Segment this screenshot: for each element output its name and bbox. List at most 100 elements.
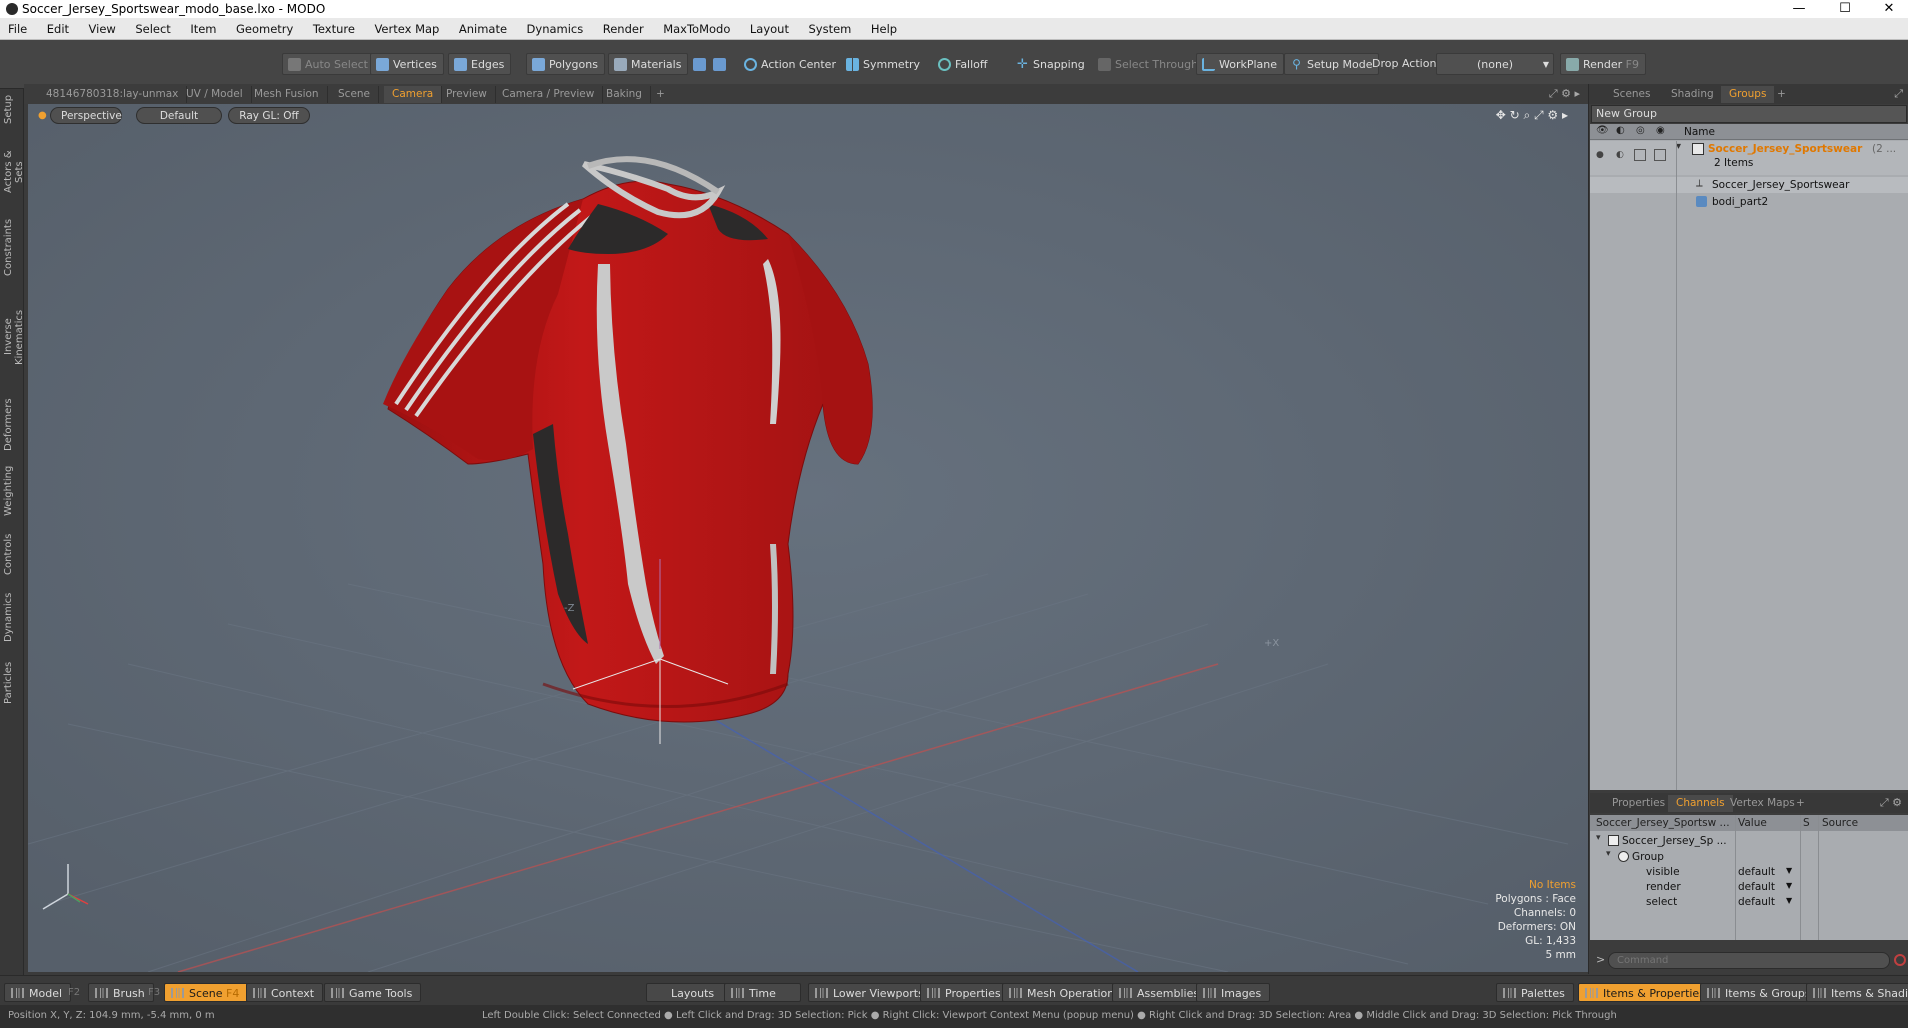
panel-settings-icon[interactable]: ⤢ ⚙	[1880, 796, 1902, 810]
menu-file[interactable]: File	[0, 18, 35, 40]
palettes-button[interactable]: Palettes	[1496, 983, 1574, 1002]
model-layout-button[interactable]: Model	[4, 983, 72, 1002]
menu-texture[interactable]: Texture	[305, 18, 363, 40]
shading-style-select[interactable]: Default	[136, 107, 222, 124]
group-row-root[interactable]: ● ◐ ▾ Soccer_Jersey_Sportswear (2 ... 2 …	[1590, 141, 1908, 175]
channel-row[interactable]: select default ▼	[1590, 894, 1908, 910]
chevron-down-icon[interactable]: ▼	[1786, 866, 1792, 875]
collapse-arrow-icon[interactable]: ▾	[1606, 849, 1611, 859]
materials-button[interactable]: Materials	[608, 53, 689, 75]
menu-vertex-map[interactable]: Vertex Map	[366, 18, 447, 40]
setup-mode-button[interactable]: ⚲ Setup Mode	[1284, 53, 1380, 75]
tab-uv-model[interactable]: UV / Model	[178, 86, 252, 103]
minimize-button[interactable]: —	[1776, 0, 1822, 18]
mesh-operations-button[interactable]: Mesh Operations	[1002, 983, 1129, 1002]
drop-action-select[interactable]: (none) ▼	[1436, 53, 1554, 75]
tab-scene[interactable]: Scene	[330, 86, 380, 103]
edges-button[interactable]: Edges	[448, 53, 512, 75]
add-tab-button[interactable]: +	[648, 86, 673, 103]
new-group-button[interactable]: New Group	[1591, 105, 1907, 123]
action-center-button[interactable]: Action Center	[738, 53, 843, 75]
render-col-icon[interactable]: ◐	[1616, 125, 1625, 136]
game-tools-button[interactable]: Game Tools	[324, 983, 422, 1002]
visibility-toggle[interactable]: ●	[1596, 150, 1604, 160]
channel-value[interactable]: default	[1738, 864, 1775, 880]
tab-camera[interactable]: Camera	[384, 86, 443, 103]
projection-select[interactable]: Perspective	[50, 107, 122, 124]
tab-setup[interactable]: Setup	[3, 93, 21, 125]
tab-inverse-kinematics[interactable]: Inverse Kinematics	[3, 291, 25, 383]
tab-baking[interactable]: Baking	[598, 86, 651, 103]
command-input[interactable]	[1608, 952, 1890, 969]
tab-constraints[interactable]: Constraints	[3, 217, 21, 277]
polygons-button[interactable]: Polygons	[526, 53, 605, 75]
viewport-expand-icon[interactable]: ⤢ ⚙ ▸	[1549, 87, 1580, 101]
channel-row[interactable]: visible default ▼	[1590, 864, 1908, 880]
brush-layout-button[interactable]: Brush	[88, 983, 154, 1002]
menu-system[interactable]: System	[800, 18, 859, 40]
tab-camera-preview[interactable]: Camera / Preview	[494, 86, 604, 103]
collapse-arrow-icon[interactable]: ▾	[1596, 833, 1601, 843]
falloff-button[interactable]: Falloff	[932, 53, 994, 75]
tab-deformers[interactable]: Deformers	[3, 397, 21, 453]
maximize-button[interactable]: ☐	[1822, 0, 1868, 18]
menu-select[interactable]: Select	[127, 18, 178, 40]
viewport-menu-icon[interactable]: ●	[38, 110, 47, 121]
chevron-down-icon[interactable]: ▼	[1786, 896, 1792, 905]
auto-select-button[interactable]: Auto Select	[282, 53, 375, 75]
tab-weighting[interactable]: Weighting	[3, 463, 21, 519]
add-panel-tab[interactable]: +	[1788, 795, 1813, 812]
menu-item[interactable]: Item	[182, 18, 224, 40]
channel-item-row[interactable]: ▾ Soccer_Jersey_Sp ...	[1590, 833, 1908, 849]
menu-maxtomodo[interactable]: MaxToModo	[655, 18, 738, 40]
tab-layout-unmax[interactable]: 48146780318:lay-unmax	[38, 86, 188, 103]
chevron-down-icon[interactable]: ▼	[1786, 881, 1792, 890]
tab-particles[interactable]: Particles	[3, 655, 21, 711]
group-child-row[interactable]: bodi_part2	[1590, 194, 1908, 210]
channel-group-row[interactable]: ▾ Group	[1590, 849, 1908, 865]
render-button[interactable]: Render F9	[1560, 53, 1646, 75]
menu-layout[interactable]: Layout	[742, 18, 797, 40]
group-child-row[interactable]: ⟂ Soccer_Jersey_Sportswear	[1590, 177, 1908, 193]
tab-preview[interactable]: Preview	[438, 86, 496, 103]
panel-expand-icon[interactable]: ⤢	[1894, 87, 1903, 101]
scene-layout-button[interactable]: Scene F4	[164, 983, 249, 1002]
images-button[interactable]: Images	[1196, 983, 1271, 1002]
channel-value[interactable]: default	[1738, 894, 1775, 910]
snapping-button[interactable]: ✛ Snapping	[1010, 53, 1092, 75]
workplane-button[interactable]: WorkPlane	[1196, 53, 1285, 75]
ray-gl-toggle[interactable]: Ray GL: Off	[228, 107, 310, 124]
tab-properties[interactable]: Properties	[1604, 795, 1673, 812]
items-groups-button[interactable]: Items & Groups	[1700, 983, 1820, 1002]
channel-value[interactable]: default	[1738, 879, 1775, 895]
lower-viewports-button[interactable]: Lower Viewports	[808, 983, 933, 1002]
tab-scenes[interactable]: Scenes	[1605, 86, 1658, 103]
menu-edit[interactable]: Edit	[39, 18, 77, 40]
viewport-nav-icons[interactable]: ✥ ↻ ⌕ ⤢ ⚙ ▸	[1496, 108, 1568, 123]
tab-groups[interactable]: Groups	[1721, 86, 1775, 103]
menu-geometry[interactable]: Geometry	[228, 18, 301, 40]
tab-controls[interactable]: Controls	[3, 529, 21, 579]
tab-shading[interactable]: Shading	[1663, 86, 1722, 103]
items-shading-button[interactable]: Items & Shading	[1806, 983, 1908, 1002]
add-panel-tab[interactable]: +	[1769, 86, 1794, 103]
context-layout-button[interactable]: Context	[246, 983, 324, 1002]
menu-help[interactable]: Help	[863, 18, 905, 40]
menu-animate[interactable]: Animate	[451, 18, 515, 40]
eye-icon[interactable]: 👁	[1596, 125, 1609, 136]
record-icon[interactable]	[1894, 954, 1906, 966]
properties-layout-button[interactable]: Properties	[920, 983, 1010, 1002]
symmetry-button[interactable]: Symmetry	[840, 53, 927, 75]
close-button[interactable]: ✕	[1866, 0, 1908, 18]
select-through-button[interactable]: Select Through	[1092, 53, 1205, 75]
render-toggle[interactable]: ◐	[1616, 150, 1624, 160]
menu-view[interactable]: View	[81, 18, 124, 40]
items-properties-button[interactable]: Items & Properties	[1578, 983, 1714, 1002]
assemblies-button[interactable]: Assemblies	[1112, 983, 1209, 1002]
menu-dynamics[interactable]: Dynamics	[519, 18, 592, 40]
lock-toggle[interactable]	[1634, 149, 1646, 161]
menu-render[interactable]: Render	[595, 18, 652, 40]
lock-icon[interactable]: ◎	[1636, 125, 1645, 136]
vertices-button[interactable]: Vertices	[370, 53, 444, 75]
tab-dynamics[interactable]: Dynamics	[3, 589, 21, 645]
